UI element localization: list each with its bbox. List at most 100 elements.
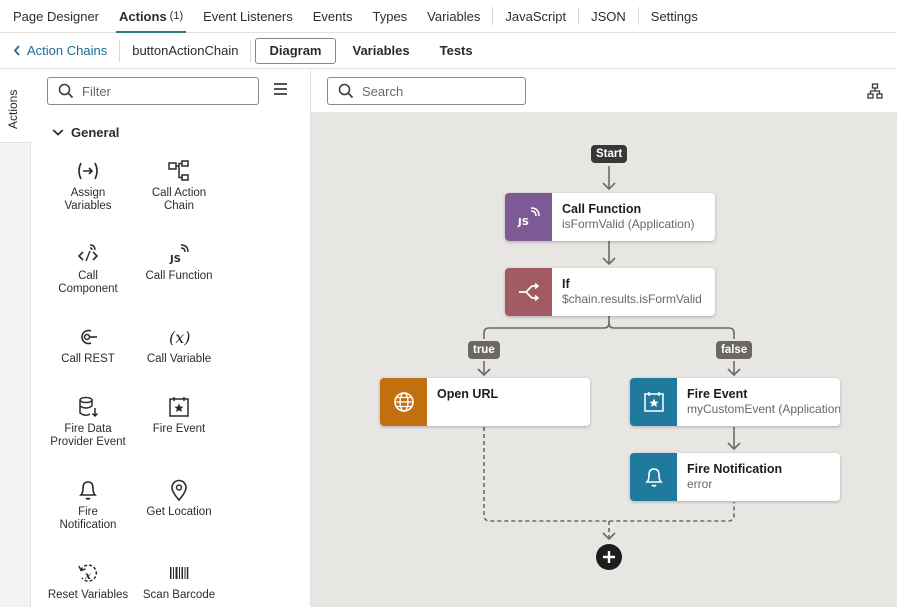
palette-item-call-action-chain[interactable]: Call Action Chain bbox=[134, 159, 224, 213]
side-rail: Actions bbox=[0, 69, 31, 607]
tab-label: Actions bbox=[119, 8, 167, 24]
svg-text:JS: JS bbox=[169, 254, 181, 265]
plus-icon bbox=[603, 551, 615, 563]
palette-item-call-rest[interactable]: Call REST bbox=[43, 325, 133, 366]
palette-item-call-variable[interactable]: (x) Call Variable bbox=[134, 325, 224, 366]
item-label: Reset Variables bbox=[47, 589, 129, 601]
node-subtitle: $chain.results.isFormValid bbox=[562, 292, 702, 306]
tests-tab[interactable]: Tests bbox=[427, 38, 486, 64]
chevron-left-icon bbox=[13, 43, 21, 59]
nav-divider bbox=[637, 7, 639, 25]
tab-label: Variables bbox=[427, 8, 481, 24]
node-title: Call Function bbox=[562, 202, 642, 216]
tab-json[interactable]: JSON bbox=[581, 0, 636, 33]
node-title: Open URL bbox=[437, 387, 499, 401]
if-node[interactable]: If $chain.results.isFormValid bbox=[505, 268, 715, 316]
search-icon bbox=[58, 83, 74, 99]
node-subtitle: isFormValid (Application) bbox=[562, 217, 695, 231]
palette-item-reset-variables[interactable]: x Reset Variables bbox=[43, 561, 133, 602]
tab-settings[interactable]: Settings bbox=[641, 0, 708, 33]
fire-notification-node[interactable]: Fire Notification error bbox=[630, 453, 840, 501]
palette-item-call-function[interactable]: JS Call Function bbox=[134, 242, 224, 283]
fire-event-node[interactable]: Fire Event myCustomEvent (Application) bbox=[630, 378, 840, 426]
item-label: Call bbox=[78, 270, 98, 282]
fire-event-icon bbox=[630, 378, 677, 426]
tab-label: JSON bbox=[591, 8, 626, 24]
bell-icon bbox=[43, 478, 133, 502]
fire-data-provider-icon bbox=[43, 395, 133, 419]
item-label: Fire Data bbox=[64, 423, 112, 435]
globe-icon bbox=[380, 378, 427, 426]
call-variable-icon: (x) bbox=[134, 325, 224, 349]
call-action-chain-icon bbox=[134, 159, 224, 183]
chevron-down-icon bbox=[52, 127, 64, 139]
rail-tab-label: Actions bbox=[6, 89, 20, 129]
svg-text:(x): (x) bbox=[169, 328, 191, 347]
tab-label: Types bbox=[372, 8, 408, 24]
top-nav: Page Designer Actions (1) Event Listeners… bbox=[0, 0, 897, 33]
fire-event-icon bbox=[134, 395, 224, 419]
node-title: Fire Notification bbox=[687, 462, 783, 476]
hamburger-menu-icon[interactable] bbox=[274, 83, 287, 95]
node-title: Fire Event bbox=[687, 387, 748, 401]
item-label: Fire bbox=[78, 506, 98, 518]
tab-page-designer[interactable]: Page Designer bbox=[3, 0, 109, 33]
filter-placeholder: Filter bbox=[82, 83, 111, 99]
item-label: Call Action bbox=[151, 187, 207, 199]
diagram-tab[interactable]: Diagram bbox=[255, 37, 336, 64]
back-link-label: Action Chains bbox=[27, 43, 108, 58]
search-icon bbox=[338, 83, 354, 99]
flow-connectors bbox=[477, 166, 741, 541]
diagram-search-input[interactable]: Search bbox=[327, 77, 526, 105]
tab-variables[interactable]: Variables bbox=[417, 0, 490, 33]
action-chain-name: buttonActionChain bbox=[132, 43, 239, 58]
search-placeholder: Search bbox=[362, 83, 404, 99]
open-url-node[interactable]: Open URL bbox=[380, 378, 590, 426]
actions-palette: Filter General Assign Variables Call Act… bbox=[31, 69, 311, 607]
palette-item-call-component[interactable]: Call Component bbox=[43, 242, 133, 296]
item-label: Variables bbox=[64, 200, 112, 212]
call-rest-icon bbox=[43, 325, 133, 349]
tab-javascript[interactable]: JavaScript bbox=[495, 0, 576, 33]
node-title: If bbox=[562, 277, 570, 291]
palette-item-scan-barcode[interactable]: Scan Barcode bbox=[134, 561, 224, 602]
start-label: Start bbox=[591, 145, 628, 163]
nav-divider bbox=[492, 7, 494, 25]
tab-event-listeners[interactable]: Event Listeners bbox=[193, 0, 303, 33]
branch-icon bbox=[505, 268, 552, 316]
filter-input[interactable]: Filter bbox=[47, 77, 259, 105]
svg-text:x: x bbox=[84, 571, 92, 582]
general-section-header[interactable]: General bbox=[52, 125, 119, 140]
tab-label: Settings bbox=[650, 8, 698, 24]
item-label: Notification bbox=[59, 519, 117, 531]
palette-item-get-location[interactable]: Get Location bbox=[134, 478, 224, 519]
node-subtitle: error bbox=[687, 477, 713, 491]
palette-item-fire-notification[interactable]: Fire Notification bbox=[43, 478, 133, 532]
item-label: Provider Event bbox=[50, 436, 126, 448]
call-component-icon bbox=[43, 242, 133, 266]
item-label: Fire Event bbox=[152, 423, 206, 435]
tab-types[interactable]: Types bbox=[362, 0, 417, 33]
item-label: Call REST bbox=[61, 353, 115, 365]
item-label: Call Variable bbox=[146, 353, 212, 365]
tab-actions[interactable]: Actions (1) bbox=[109, 0, 193, 33]
reset-variables-icon: x bbox=[43, 561, 133, 585]
palette-item-fire-data-provider-event[interactable]: Fire Data Provider Event bbox=[43, 395, 133, 449]
tab-label: Event Listeners bbox=[203, 8, 293, 24]
item-label: Call Function bbox=[145, 270, 213, 282]
back-to-action-chains-link[interactable]: Action Chains bbox=[0, 33, 107, 69]
item-label: Get Location bbox=[146, 506, 212, 518]
actions-rail-tab[interactable]: Actions bbox=[0, 69, 31, 143]
bell-icon bbox=[630, 453, 677, 501]
add-action-button[interactable] bbox=[596, 544, 622, 570]
diagram-canvas[interactable]: Start true false JS Call Function isForm… bbox=[311, 113, 897, 607]
call-function-node[interactable]: JS Call Function isFormValid (Applicatio… bbox=[505, 193, 715, 241]
call-function-icon: JS bbox=[134, 242, 224, 266]
palette-item-assign-variables[interactable]: Assign Variables bbox=[43, 159, 133, 213]
variables-tab[interactable]: Variables bbox=[340, 38, 423, 64]
svg-text:JS: JS bbox=[517, 217, 529, 228]
tab-count: (1) bbox=[169, 10, 184, 22]
hierarchy-layout-icon[interactable] bbox=[867, 83, 883, 99]
palette-item-fire-event[interactable]: Fire Event bbox=[134, 395, 224, 436]
tab-events[interactable]: Events bbox=[303, 0, 363, 33]
